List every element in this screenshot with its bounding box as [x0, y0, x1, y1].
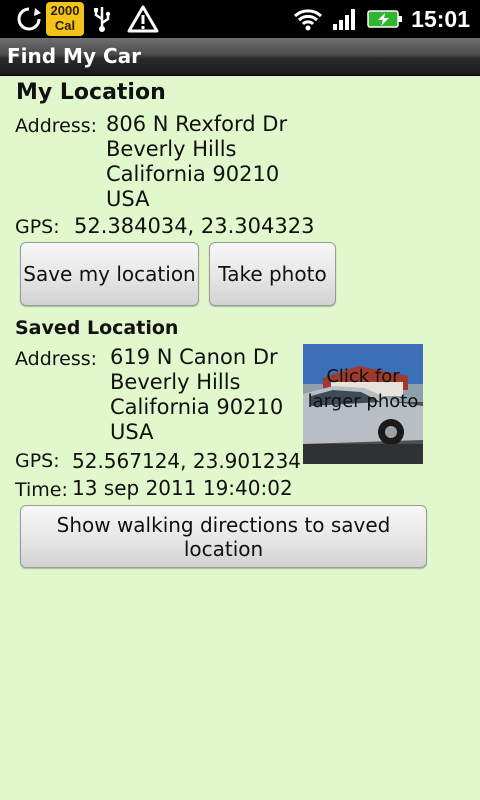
saved-address: 619 N Canon Dr Beverly Hills California …	[110, 345, 283, 445]
wifi-icon	[290, 0, 326, 38]
saved-time-label: Time:	[15, 479, 68, 501]
saved-address-line: California 90210	[110, 395, 284, 419]
signal-icon	[330, 0, 360, 38]
my-address-label: Address:	[15, 115, 98, 137]
my-location-heading: My Location	[16, 80, 166, 105]
saved-address-line: USA	[110, 420, 154, 444]
warning-icon	[126, 0, 160, 38]
saved-address-label: Address:	[15, 348, 98, 370]
calorie-badge-bottom: Cal	[54, 18, 76, 33]
sync-icon	[14, 0, 44, 38]
saved-gps-value: 52.567124, 23.901234	[72, 449, 302, 473]
my-address-line: Beverly Hills	[106, 137, 237, 161]
calorie-badge-top: 2000	[50, 3, 80, 18]
my-address-line: 806 N Rexford Dr	[106, 112, 288, 136]
battery-charging-icon	[366, 0, 404, 38]
walking-directions-button[interactable]: Show walking directions to saved locatio…	[20, 505, 427, 568]
clock: 15:01	[411, 6, 470, 32]
app-title: Find My Car	[7, 44, 141, 68]
my-gps-label: GPS:	[15, 216, 60, 238]
take-photo-button[interactable]: Take photo	[209, 242, 336, 306]
status-bar: 2000 Cal 15:01	[0, 0, 480, 38]
save-location-button[interactable]: Save my location	[20, 242, 199, 306]
car-photo-thumbnail[interactable]: Click for larger photo	[303, 344, 423, 464]
photo-caption: Click for larger photo	[307, 366, 419, 412]
title-bar: Find My Car	[0, 38, 480, 76]
my-gps-value: 52.384034, 23.304323	[74, 214, 315, 238]
saved-address-line: 619 N Canon Dr	[110, 345, 278, 369]
saved-address-line: Beverly Hills	[110, 370, 241, 394]
my-address: 806 N Rexford Dr Beverly Hills Californi…	[106, 112, 287, 212]
saved-gps-label: GPS:	[15, 450, 60, 472]
calorie-badge: 2000 Cal	[46, 2, 84, 36]
saved-time-value: 13 sep 2011 19:40:02	[72, 476, 293, 500]
my-address-line: USA	[106, 187, 150, 211]
my-address-line: California 90210	[106, 162, 280, 186]
usb-icon	[90, 0, 114, 38]
saved-location-heading: Saved Location	[15, 317, 179, 339]
